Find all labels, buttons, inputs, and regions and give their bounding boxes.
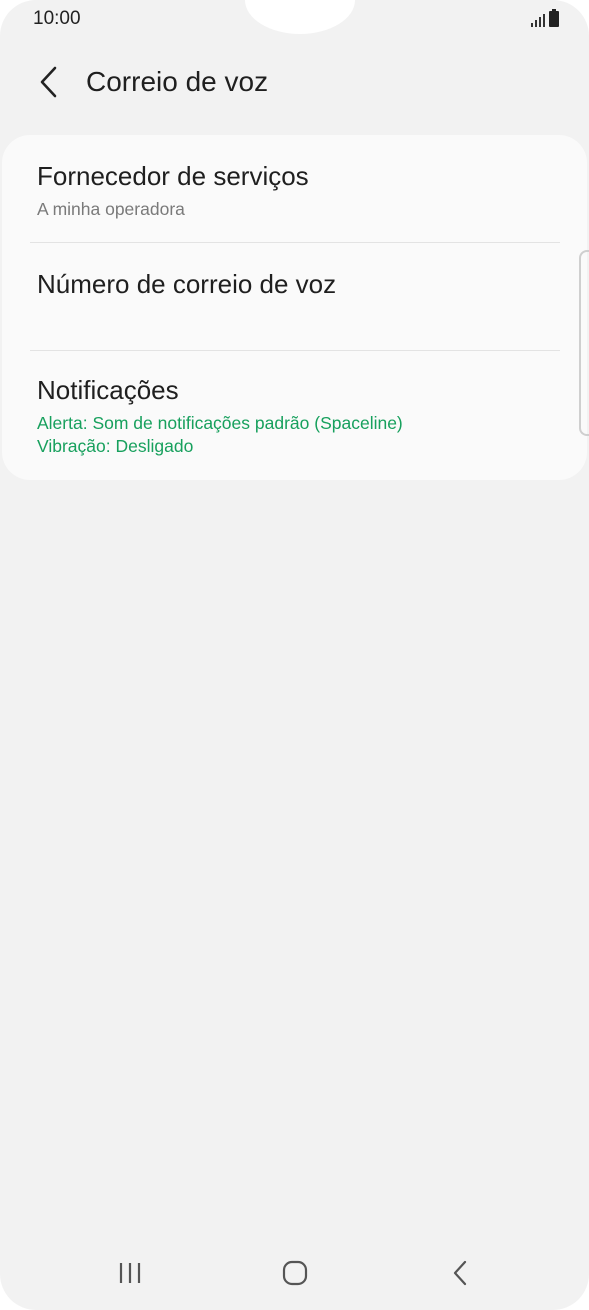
- settings-card: Fornecedor de serviços A minha operadora…: [2, 135, 587, 480]
- home-icon: [282, 1260, 308, 1286]
- setting-notifications[interactable]: Notificações Alerta: Som de notificações…: [2, 351, 587, 480]
- app-header: Correio de voz: [0, 52, 589, 112]
- back-arrow-icon: [40, 66, 57, 98]
- back-button[interactable]: [26, 59, 72, 105]
- back-icon: [453, 1260, 467, 1286]
- notification-vibration-text: Vibração: Desligado: [37, 436, 194, 456]
- scrollbar[interactable]: [579, 250, 589, 436]
- setting-voicemail-number[interactable]: Número de correio de voz: [2, 243, 587, 350]
- setting-service-provider[interactable]: Fornecedor de serviços A minha operadora: [2, 135, 587, 242]
- battery-icon: [549, 9, 559, 27]
- phone-screen: 10:00 Correio de voz Fornecedor de servi…: [0, 0, 589, 1310]
- setting-title: Fornecedor de serviços: [37, 161, 309, 191]
- recent-apps-button[interactable]: [100, 1248, 160, 1298]
- setting-title: Notificações: [37, 375, 179, 405]
- status-icons: [531, 9, 559, 27]
- status-bar: 10:00: [0, 0, 589, 38]
- nav-back-button[interactable]: [430, 1248, 490, 1298]
- signal-icon: [531, 11, 545, 27]
- page-title: Correio de voz: [86, 66, 269, 97]
- navigation-bar: [0, 1240, 589, 1310]
- recent-apps-icon: [119, 1263, 141, 1283]
- setting-title: Número de correio de voz: [37, 269, 337, 299]
- status-time: 10:00: [33, 8, 81, 29]
- home-button[interactable]: [265, 1248, 325, 1298]
- notification-alert-text: Alerta: Som de notificações padrão (Spac…: [37, 413, 403, 433]
- setting-subtitle: A minha operadora: [37, 199, 185, 219]
